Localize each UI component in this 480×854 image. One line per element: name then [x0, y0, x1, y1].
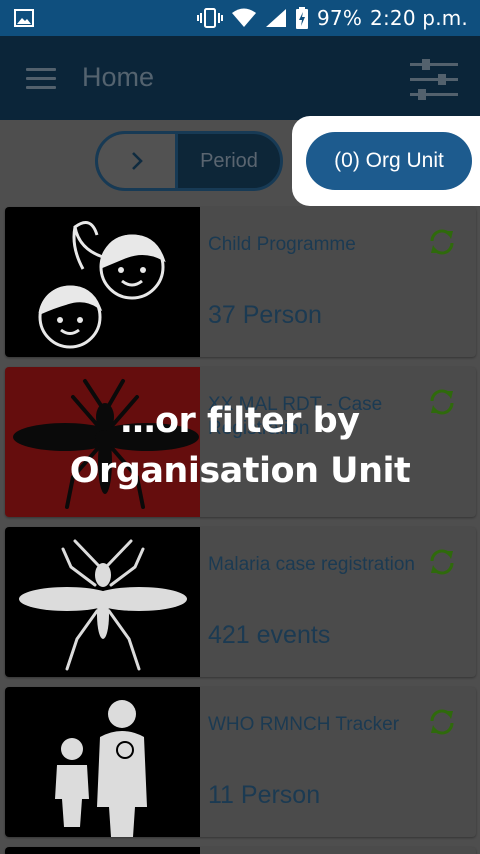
period-expand-button[interactable]	[98, 134, 178, 188]
caption-line-1: …or filter by	[120, 401, 361, 441]
program-image	[5, 207, 200, 357]
program-card[interactable]	[5, 847, 476, 854]
org-unit-filter-button[interactable]: (0) Org Unit	[306, 132, 472, 190]
caption-line-2: Organisation Unit	[69, 451, 411, 491]
program-image	[5, 847, 200, 854]
wifi-icon	[231, 8, 256, 27]
clock: 2:20 p.m.	[370, 6, 468, 30]
program-card[interactable]: Malaria case registration 421 events	[5, 527, 476, 677]
program-card[interactable]: Child Programme 37 Person	[5, 207, 476, 357]
page-title: Home	[82, 62, 155, 92]
gallery-notification-icon	[14, 9, 34, 27]
period-label[interactable]: Period	[178, 134, 280, 188]
program-card[interactable]: WHO RMNCH Tracker 11 Person	[5, 687, 476, 837]
vibrate-icon	[196, 8, 223, 28]
tutorial-caption: …or filter by Organisation Unit	[0, 396, 480, 496]
battery-icon	[295, 7, 308, 29]
program-title: Malaria case registration	[208, 554, 415, 575]
program-image	[5, 527, 200, 677]
mosquito-icon	[19, 539, 187, 671]
program-title: WHO RMNCH Tracker	[208, 714, 400, 735]
status-bar: 97% 2:20 p.m.	[0, 0, 480, 36]
toolbar: Home	[0, 36, 480, 120]
program-count: 421 events	[208, 621, 331, 649]
children-icon	[38, 221, 166, 349]
sync-icon[interactable]	[427, 707, 457, 737]
program-image	[5, 687, 200, 837]
program-title: Child Programme	[208, 234, 356, 255]
period-filter[interactable]: Period	[95, 131, 283, 191]
program-count: 37 Person	[208, 301, 322, 329]
program-count: 11 Person	[208, 781, 321, 809]
sync-icon[interactable]	[427, 547, 457, 577]
menu-icon[interactable]	[26, 68, 56, 90]
filter-settings-icon[interactable]	[408, 58, 460, 102]
mother-children-icon	[55, 700, 147, 837]
cell-signal-icon	[265, 9, 286, 27]
battery-percent: 97%	[316, 6, 363, 30]
sync-icon[interactable]	[427, 227, 457, 257]
chevron-right-icon	[131, 152, 143, 170]
